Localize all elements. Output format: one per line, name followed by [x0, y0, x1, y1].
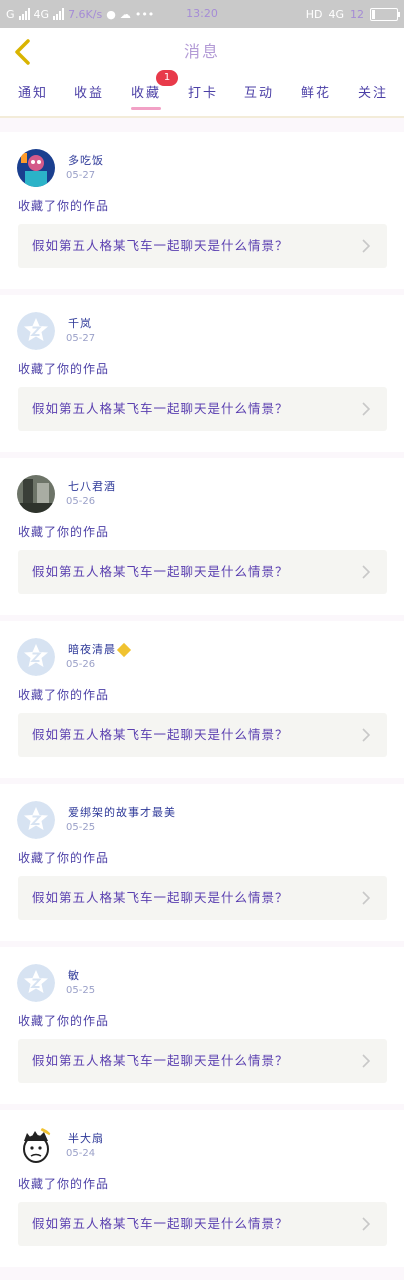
battery-icon	[370, 7, 400, 21]
notification-item: 爱绑架的故事才最美 05-25 收藏了你的作品 假如第五人格某飞车一起聊天是什么…	[0, 784, 404, 941]
avatar[interactable]	[17, 638, 55, 676]
timestamp: 05-25	[66, 822, 96, 833]
post-link[interactable]: 假如第五人格某飞车一起聊天是什么情景？	[18, 1039, 387, 1083]
timestamp: 05-27	[66, 170, 96, 181]
chevron-right-icon	[362, 239, 371, 253]
username[interactable]: 敏	[68, 967, 80, 983]
status-right: HD 4G 12	[305, 0, 400, 28]
notification-item: 七八君酒 05-26 收藏了你的作品 假如第五人格某飞车一起聊天是什么情景？	[0, 458, 404, 615]
tab-notify[interactable]: 通知	[18, 76, 48, 112]
battery-percent: 12	[350, 7, 364, 21]
user-avatar-image	[17, 475, 55, 513]
avatar[interactable]	[17, 149, 55, 187]
tab-label: 互动	[244, 86, 275, 101]
chevron-right-icon	[362, 1217, 371, 1231]
action-text: 收藏了你的作品	[18, 851, 110, 865]
post-link[interactable]: 假如第五人格某飞车一起聊天是什么情景？	[18, 224, 387, 268]
notification-item: 暗夜清晨 05-26 收藏了你的作品 假如第五人格某飞车一起聊天是什么情景？	[0, 621, 404, 778]
timestamp: 05-27	[66, 333, 96, 344]
tab-label: 通知	[18, 86, 49, 101]
tab-earnings[interactable]: 收益	[74, 76, 104, 112]
tab-interaction[interactable]: 互动	[244, 76, 274, 112]
notification-list: 多吃饭 05-27 收藏了你的作品 假如第五人格某飞车一起聊天是什么情景？ 千岚…	[0, 126, 404, 1267]
post-link[interactable]: 假如第五人格某飞车一起聊天是什么情景？	[18, 550, 387, 594]
username[interactable]: 七八君酒	[68, 478, 116, 494]
avatar[interactable]	[17, 475, 55, 513]
timestamp: 05-26	[66, 659, 96, 670]
tab-label: 鲜花	[301, 86, 332, 101]
default-avatar-icon	[17, 964, 55, 1002]
post-link[interactable]: 假如第五人格某飞车一起聊天是什么情景？	[18, 387, 387, 431]
username[interactable]: 千岚	[68, 315, 92, 331]
action-text: 收藏了你的作品	[18, 362, 110, 376]
action-text: 收藏了你的作品	[18, 525, 110, 539]
action-text: 收藏了你的作品	[18, 199, 110, 213]
post-title: 假如第五人格某飞车一起聊天是什么情景？	[32, 1053, 289, 1068]
username[interactable]: 半大扇	[68, 1130, 104, 1146]
page-title: 消息	[183, 42, 220, 61]
tab-checkin[interactable]: 打卡	[188, 76, 218, 112]
notification-item: 千岚 05-27 收藏了你的作品 假如第五人格某飞车一起聊天是什么情景？	[0, 295, 404, 452]
user-avatar-image	[17, 149, 55, 187]
notification-item: 半大扇 05-24 收藏了你的作品 假如第五人格某飞车一起聊天是什么情景？	[0, 1110, 404, 1267]
post-title: 假如第五人格某飞车一起聊天是什么情景？	[32, 401, 289, 416]
action-text: 收藏了你的作品	[18, 1014, 110, 1028]
chevron-right-icon	[362, 891, 371, 905]
timestamp: 05-26	[66, 496, 96, 507]
tab-flowers[interactable]: 鲜花	[301, 76, 331, 112]
network-right-label: 4G	[328, 7, 344, 21]
post-title: 假如第五人格某飞车一起聊天是什么情景？	[32, 238, 289, 253]
username[interactable]: 多吃饭	[68, 152, 104, 168]
user-avatar-image	[17, 1127, 55, 1165]
username-text: 暗夜清晨	[68, 643, 116, 656]
avatar[interactable]	[17, 964, 55, 1002]
status-bar: G 4G 7.6K/s ● ☁ ••• 13:20 HD 4G 12	[0, 0, 404, 28]
back-arrow-icon[interactable]	[12, 38, 34, 66]
tab-label: 打卡	[188, 86, 219, 101]
chevron-right-icon	[362, 1054, 371, 1068]
avatar[interactable]	[17, 312, 55, 350]
active-tab-indicator	[131, 107, 162, 110]
messages-page: G 4G 7.6K/s ● ☁ ••• 13:20 HD 4G 12 消息 通知…	[0, 0, 404, 1280]
post-title: 假如第五人格某飞车一起聊天是什么情景？	[32, 727, 289, 742]
tab-label: 收益	[74, 86, 105, 101]
username[interactable]: 暗夜清晨	[68, 641, 132, 658]
action-text: 收藏了你的作品	[18, 1177, 110, 1191]
action-text: 收藏了你的作品	[18, 688, 110, 702]
tab-follow[interactable]: 关注	[358, 76, 388, 112]
post-title: 假如第五人格某飞车一起聊天是什么情景？	[32, 564, 289, 579]
tab-label: 收藏	[131, 86, 162, 101]
notification-item: 多吃饭 05-27 收藏了你的作品 假如第五人格某飞车一起聊天是什么情景？	[0, 132, 404, 289]
chevron-right-icon	[362, 565, 371, 579]
post-title: 假如第五人格某飞车一起聊天是什么情景？	[32, 1216, 289, 1231]
hd-label: HD	[305, 7, 323, 21]
timestamp: 05-25	[66, 985, 96, 996]
nav-bar: 消息	[0, 28, 404, 77]
post-title: 假如第五人格某飞车一起聊天是什么情景？	[32, 890, 289, 905]
default-avatar-icon	[17, 312, 55, 350]
post-link[interactable]: 假如第五人格某飞车一起聊天是什么情景？	[18, 1202, 387, 1246]
avatar[interactable]	[17, 801, 55, 839]
chevron-right-icon	[362, 402, 371, 416]
favorites-badge: 1	[156, 70, 178, 86]
username[interactable]: 爱绑架的故事才最美	[68, 804, 176, 820]
chevron-right-icon	[362, 728, 371, 742]
tab-label: 关注	[358, 86, 389, 101]
default-avatar-icon	[17, 638, 55, 676]
timestamp: 05-24	[66, 1148, 96, 1159]
vip-diamond-icon	[116, 642, 132, 658]
notification-item: 敏 05-25 收藏了你的作品 假如第五人格某飞车一起聊天是什么情景？	[0, 947, 404, 1104]
avatar[interactable]	[17, 1127, 55, 1165]
post-link[interactable]: 假如第五人格某飞车一起聊天是什么情景？	[18, 713, 387, 757]
tab-bar: 通知 收益 收藏 打卡 互动 鲜花 关注	[0, 76, 404, 118]
post-link[interactable]: 假如第五人格某飞车一起聊天是什么情景？	[18, 876, 387, 920]
default-avatar-icon	[17, 801, 55, 839]
